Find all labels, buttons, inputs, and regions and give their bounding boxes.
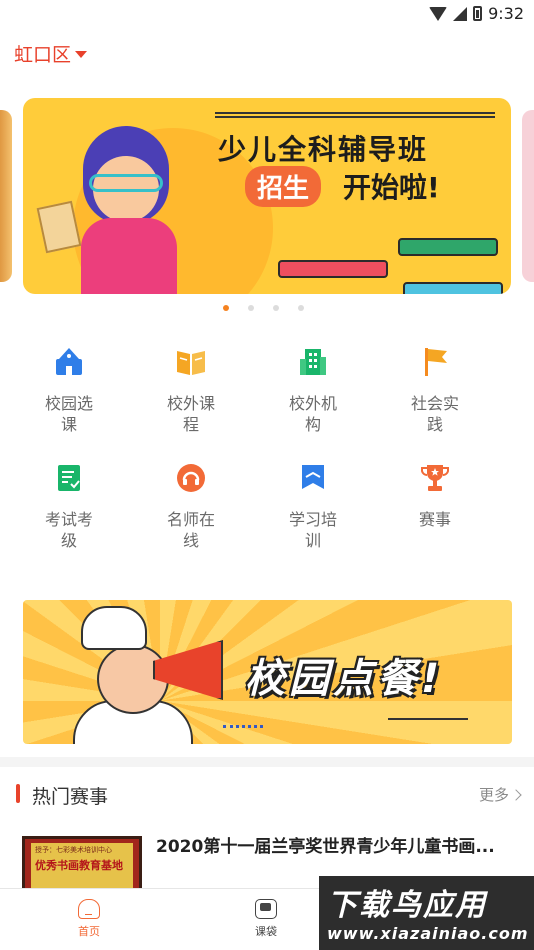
books-stack-illustration <box>278 238 503 294</box>
canteen-banner-text: 校园点餐! <box>245 656 444 702</box>
category-exams[interactable]: 考试考级 <box>8 461 130 551</box>
school-icon <box>52 345 86 379</box>
status-bar: 9:32 <box>0 0 534 30</box>
exam-checklist-icon <box>52 461 86 495</box>
hot-contests-header: 热门赛事 更多 <box>0 780 534 808</box>
banner-subtitle: 开始啦! <box>343 171 440 204</box>
category-school-courses[interactable]: 校园选课 <box>8 345 130 435</box>
building-icon <box>296 345 330 379</box>
nav-home[interactable]: 首页 <box>59 899 119 939</box>
category-outside-institutions[interactable]: 校外机构 <box>252 345 374 435</box>
category-contests[interactable]: 赛事 <box>374 461 496 551</box>
carousel-dot[interactable] <box>272 305 279 311</box>
category-social-practice[interactable]: 社会实践 <box>374 345 496 435</box>
carousel-indicator <box>0 305 530 311</box>
contest-thumbnail: 授予：七彩美术培训中心 优秀书画教育基地 <box>22 836 142 896</box>
carousel-dot[interactable] <box>222 305 229 311</box>
signal-icon <box>453 6 468 21</box>
wifi-icon <box>429 6 448 21</box>
canteen-banner[interactable]: 校园点餐! <box>23 600 512 744</box>
more-link[interactable]: 更多 <box>479 784 522 805</box>
bookmark-icon <box>296 461 330 495</box>
trophy-icon <box>418 461 452 495</box>
location-label: 虹口区 <box>14 44 72 66</box>
nav-course-bag[interactable]: 课袋 <box>236 899 296 939</box>
status-time: 9:32 <box>488 4 524 23</box>
bag-icon <box>255 899 277 919</box>
home-icon <box>78 899 100 919</box>
category-outside-courses[interactable]: 校外课程 <box>130 345 252 435</box>
banner-slide[interactable]: 少儿全科辅导班 招生 开始啦! <box>23 98 511 294</box>
carousel-prev-card[interactable] <box>0 110 12 282</box>
section-title: 热门赛事 <box>32 786 109 808</box>
watermark: 下载鸟应用 www.xiazainiao.com <box>319 876 534 950</box>
headset-icon <box>174 461 208 495</box>
carousel-next-card[interactable] <box>522 110 534 282</box>
open-book-icon <box>174 345 208 379</box>
banner-title: 少儿全科辅导班 <box>218 133 429 166</box>
category-learning-training[interactable]: 学习培训 <box>252 461 374 551</box>
category-grid: 校园选课 校外课程 校外机构 社会实践 考试考级 名师在线 学习培训 赛事 <box>8 345 520 551</box>
flag-icon <box>418 345 452 379</box>
banner-pill: 招生 <box>245 166 322 207</box>
caret-down-icon <box>75 51 88 58</box>
contest-title: 2020第十一届兰亭奖世界青少年儿童书画... <box>156 837 495 857</box>
section-divider <box>0 757 534 767</box>
carousel-dot[interactable] <box>247 305 254 311</box>
section-accent-bar <box>16 784 20 803</box>
location-selector[interactable]: 虹口区 <box>14 40 88 67</box>
category-famous-teachers[interactable]: 名师在线 <box>130 461 252 551</box>
chevron-right-icon <box>510 788 522 801</box>
carousel-dot[interactable] <box>297 305 304 311</box>
battery-icon <box>473 6 483 21</box>
banner-carousel[interactable]: 少儿全科辅导班 招生 开始啦! <box>0 98 534 294</box>
